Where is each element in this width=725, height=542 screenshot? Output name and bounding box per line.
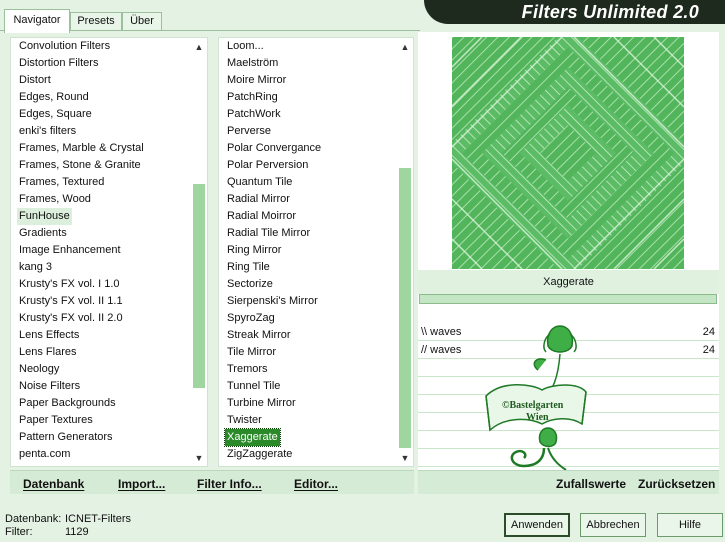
- randomize-button[interactable]: Zufallswerte: [556, 477, 626, 491]
- list-item[interactable]: Pattern Generators: [17, 429, 115, 446]
- list-item[interactable]: Noise Filters: [17, 378, 82, 395]
- list-item[interactable]: Frames, Stone & Granite: [17, 157, 143, 174]
- list-item[interactable]: Lens Effects: [17, 327, 81, 344]
- list-item[interactable]: Paper Backgrounds: [17, 395, 118, 412]
- list-item[interactable]: kang 3: [17, 259, 54, 276]
- list-item[interactable]: Streak Mirror: [225, 327, 293, 344]
- list-item[interactable]: Radial Tile Mirror: [225, 225, 312, 242]
- param-value[interactable]: 24: [703, 344, 715, 356]
- list-item[interactable]: Sierpenski's Mirror: [225, 293, 320, 310]
- scroll-up-arrow-icon[interactable]: ▲: [397, 40, 413, 54]
- filter-info-button[interactable]: Filter Info...: [197, 477, 262, 491]
- list-item[interactable]: Sectorize: [225, 276, 275, 293]
- list-item[interactable]: Edges, Square: [17, 106, 94, 123]
- list-item[interactable]: Maelström: [225, 55, 280, 72]
- list-item[interactable]: Frames, Textured: [17, 174, 106, 191]
- list-item[interactable]: Krusty's FX vol. II 1.1: [17, 293, 125, 310]
- list-item[interactable]: Paper Textures: [17, 412, 95, 429]
- category-list[interactable]: Convolution Filters Distortion Filters Dis…: [10, 37, 208, 467]
- list-item[interactable]: Loom...: [225, 38, 266, 55]
- help-button[interactable]: Hilfe: [657, 513, 723, 537]
- list-item[interactable]: PatchWork: [225, 106, 283, 123]
- editor-button[interactable]: Editor...: [294, 477, 338, 491]
- list-item[interactable]: SpyroZag: [225, 310, 277, 327]
- list-item[interactable]: FunHouse: [17, 208, 72, 225]
- filter-toolbar: Datenbank Import... Filter Info... Edito…: [10, 470, 414, 494]
- preview-image: [452, 37, 684, 269]
- app-title-banner: Filters Unlimited 2.0: [424, 0, 725, 24]
- status-db-label: Datenbank:: [5, 513, 62, 525]
- list-item[interactable]: Perverse: [225, 123, 273, 140]
- preview-caption: Xaggerate: [418, 270, 719, 294]
- status-filter-value: 1129: [65, 526, 89, 538]
- list-item[interactable]: Polar Convergance: [225, 140, 323, 157]
- list-item[interactable]: Edges, Round: [17, 89, 91, 106]
- list-item[interactable]: Ring Tile: [225, 259, 272, 276]
- list-item[interactable]: Image Enhancement: [17, 242, 123, 259]
- list-item[interactable]: Tunnel Tile: [225, 378, 282, 395]
- scroll-up-arrow-icon[interactable]: ▲: [191, 40, 207, 54]
- list-item[interactable]: enki's filters: [17, 123, 78, 140]
- category-scroll-thumb[interactable]: [193, 184, 205, 388]
- scroll-down-arrow-icon[interactable]: ▼: [191, 451, 207, 465]
- list-item[interactable]: Convolution Filters: [17, 38, 112, 55]
- list-item[interactable]: Twister: [225, 412, 264, 429]
- tab-navigator[interactable]: Navigator: [4, 9, 70, 33]
- apply-button[interactable]: Anwenden: [504, 513, 570, 537]
- list-item[interactable]: Frames, Marble & Crystal: [17, 140, 146, 157]
- list-item[interactable]: Xaggerate: [224, 428, 281, 447]
- list-item[interactable]: Distort: [17, 72, 53, 89]
- watermark: ©Bastelgarten Wien: [482, 320, 594, 472]
- scroll-down-arrow-icon[interactable]: ▼: [397, 451, 413, 465]
- list-item[interactable]: Distortion Filters: [17, 55, 100, 72]
- filter-scrollbar[interactable]: ▲ ▼: [397, 38, 413, 466]
- list-item[interactable]: Radial Mirror: [225, 191, 292, 208]
- preview-panel: Xaggerate \\ waves 24 // waves 24 ©Baste…: [418, 32, 719, 494]
- tulip-logo-icon: ©Bastelgarten Wien: [485, 325, 587, 471]
- list-item[interactable]: Tremors: [225, 361, 270, 378]
- list-item[interactable]: Frames, Wood: [17, 191, 93, 208]
- list-item[interactable]: Turbine Mirror: [225, 395, 298, 412]
- list-item[interactable]: Moire Mirror: [225, 72, 288, 89]
- watermark-line1: ©Bastelgarten: [502, 400, 564, 411]
- import-button[interactable]: Import...: [118, 477, 165, 491]
- list-item[interactable]: ZigZaggerate: [225, 446, 294, 463]
- list-item[interactable]: Radial Moirror: [225, 208, 298, 225]
- list-item[interactable]: Gradients: [17, 225, 69, 242]
- status-db-value: ICNET-Filters: [65, 513, 131, 525]
- list-item[interactable]: Quantum Tile: [225, 174, 294, 191]
- tab-ueber[interactable]: Über: [122, 12, 162, 31]
- status-filter-label: Filter:: [5, 526, 33, 538]
- list-item[interactable]: Krusty's FX vol. II 2.0: [17, 310, 125, 327]
- list-item[interactable]: Neology: [17, 361, 61, 378]
- tab-bar: Navigator Presets Über: [0, 0, 420, 33]
- list-item[interactable]: Tile Mirror: [225, 344, 278, 361]
- filter-list[interactable]: Loom... Maelström Moire Mirror PatchRing Pat…: [218, 37, 414, 467]
- cancel-button[interactable]: Abbrechen: [580, 513, 646, 537]
- list-item[interactable]: Krusty's FX vol. I 1.0: [17, 276, 122, 293]
- list-item[interactable]: PatchRing: [225, 89, 280, 106]
- preset-toolbar: Zufallswerte Zurücksetzen: [418, 470, 719, 494]
- database-button[interactable]: Datenbank: [23, 477, 84, 491]
- preview-separator: [419, 294, 717, 304]
- param-name: \\ waves: [421, 326, 462, 338]
- param-value[interactable]: 24: [703, 326, 715, 338]
- tab-presets[interactable]: Presets: [70, 12, 122, 31]
- reset-button[interactable]: Zurücksetzen: [638, 477, 715, 491]
- list-item[interactable]: Ring Mirror: [225, 242, 283, 259]
- list-item[interactable]: Polar Perversion: [225, 157, 310, 174]
- list-item[interactable]: Lens Flares: [17, 344, 78, 361]
- filter-scroll-thumb[interactable]: [399, 168, 411, 448]
- param-name: // waves: [421, 344, 462, 356]
- watermark-line2: Wien: [526, 412, 549, 423]
- category-scrollbar[interactable]: ▲ ▼: [191, 38, 207, 466]
- list-item[interactable]: penta.com: [17, 446, 72, 463]
- preview-pattern-icon: [452, 37, 684, 269]
